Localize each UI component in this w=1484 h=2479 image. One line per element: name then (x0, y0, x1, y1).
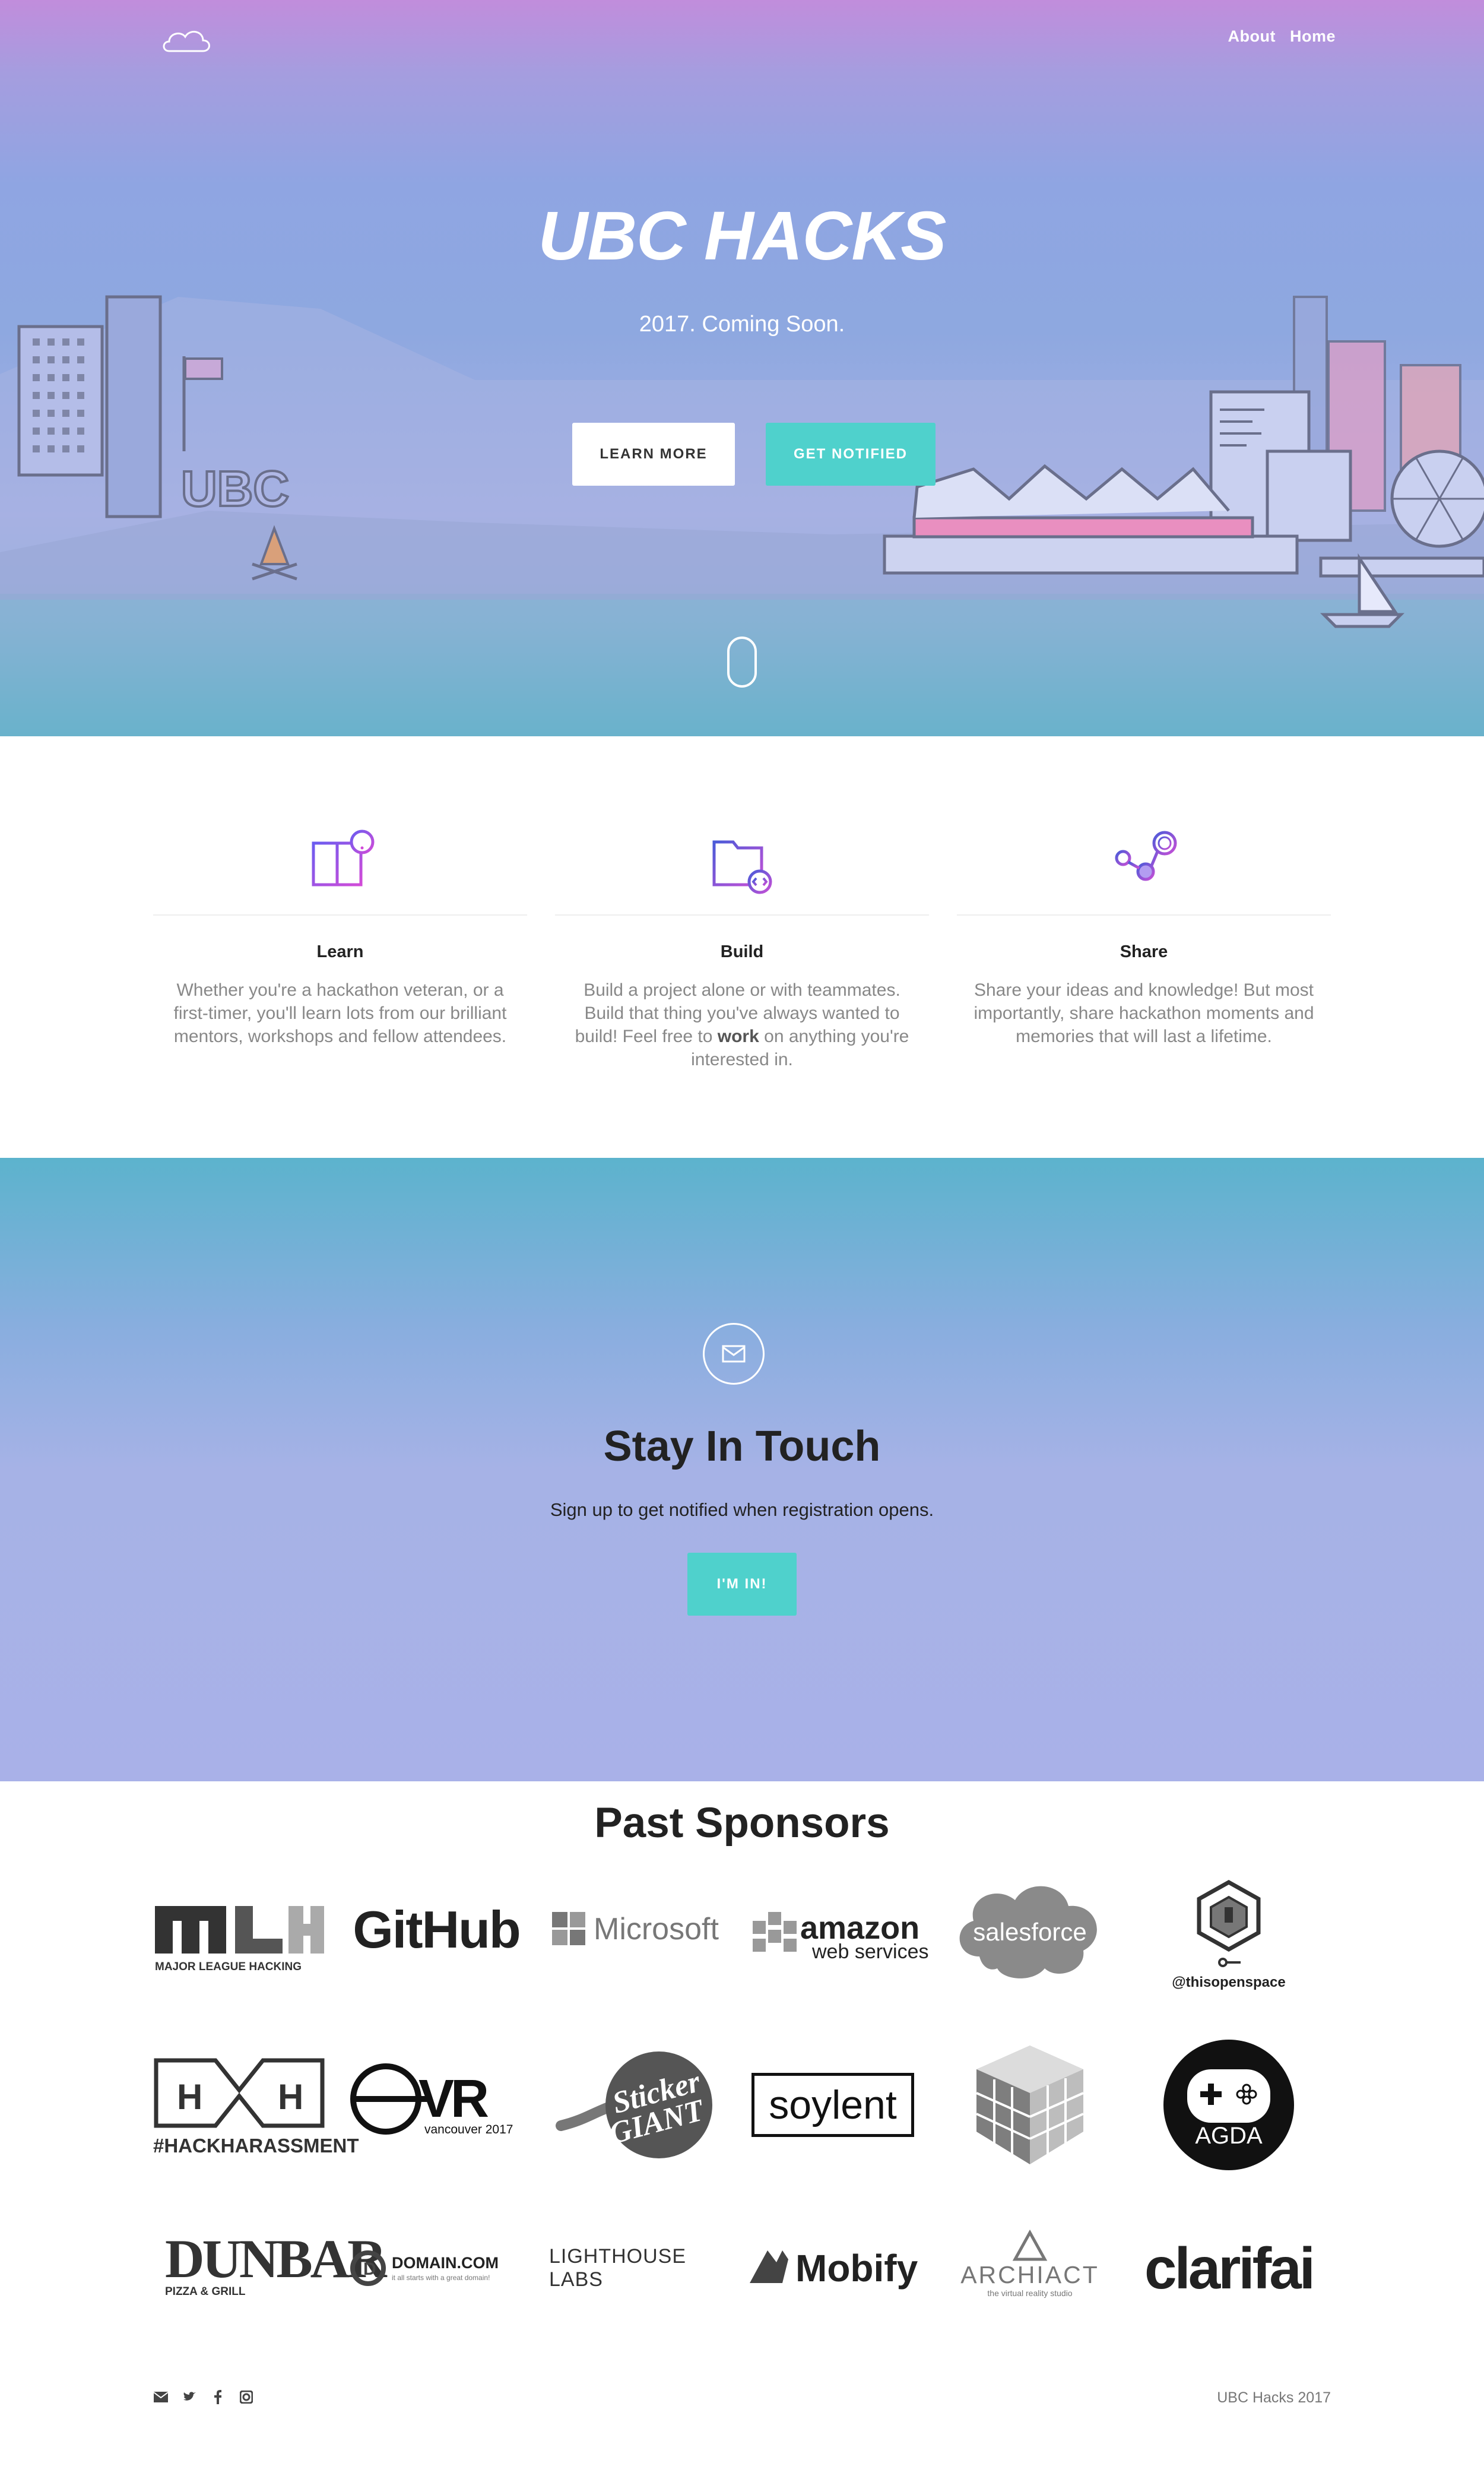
section-title: Past Sponsors (594, 1800, 890, 1847)
svg-text:vancouver 2017: vancouver 2017 (424, 2123, 513, 2136)
feature-build: Build Build a project alone or with team… (555, 825, 929, 1071)
feature-text: Share your ideas and knowledge! But most… (974, 980, 1314, 1046)
feature-share: Share Share your ideas and knowledge! Bu… (957, 825, 1331, 1048)
sponsor-logo-salesforce[interactable]: salesforce (944, 1870, 1116, 1989)
svg-text:D: D (363, 2259, 376, 2279)
envelope-icon[interactable] (153, 2389, 169, 2405)
svg-text:DOMAIN.COM: DOMAIN.COM (392, 2254, 499, 2272)
svg-text:salesforce: salesforce (973, 1918, 1086, 1946)
share-icon (1115, 831, 1177, 881)
top-nav: About Home (1228, 27, 1336, 46)
sponsor-logo-stickergiant[interactable]: Sticker GIANT (549, 2046, 721, 2164)
facebook-icon[interactable] (210, 2389, 226, 2405)
features-section: Learn Whether you're a hackathon veteran… (0, 736, 1484, 1158)
hero-subtitle: 2017. Coming Soon. (639, 312, 845, 337)
svg-text:ARCHIACT: ARCHIACT (960, 2261, 1099, 2288)
sponsor-logo-vr-vancouver[interactable]: VR vancouver 2017 (350, 2046, 522, 2164)
sponsor-logo-clarifai[interactable]: clarifai (1143, 2209, 1315, 2328)
code-folder-icon (712, 840, 772, 894)
nav-link-home[interactable]: Home (1290, 27, 1336, 46)
sponsor-logo-cube[interactable] (944, 2046, 1116, 2164)
sponsor-logo-hackharassment[interactable]: H H #HACKHARASSMENT (153, 2046, 359, 2164)
sponsor-logo-microsoft[interactable]: Microsoft (549, 1870, 721, 1989)
svg-text:H: H (278, 2077, 303, 2117)
svg-text:Microsoft: Microsoft (594, 1912, 719, 1946)
cloud-logo-icon[interactable] (160, 25, 214, 55)
sponsor-logo-aws[interactable]: amazon web services (747, 1870, 929, 1989)
section-title: Stay In Touch (603, 1423, 881, 1470)
scroll-down-indicator[interactable] (727, 637, 757, 688)
feature-title: Share (1120, 942, 1168, 961)
svg-text:#HACKHARASSMENT: #HACKHARASSMENT (153, 2135, 359, 2157)
feature-learn: Learn Whether you're a hackathon veteran… (153, 825, 527, 1048)
sponsor-logo-dunbar[interactable]: DUNBAR PIZZA & GRILL (153, 2209, 390, 2328)
feature-title: Build (720, 942, 764, 961)
sponsor-logo-lighthouse-labs[interactable]: LIGHTHOUSE LABS (549, 2209, 721, 2328)
svg-text:it all starts with a great dom: it all starts with a great domain! (392, 2274, 490, 2282)
svg-text:PIZZA & GRILL: PIZZA & GRILL (165, 2285, 246, 2298)
svg-text:web services: web services (811, 1940, 929, 1963)
sponsor-logo-archiact[interactable]: ARCHIACT the virtual reality studio (944, 2209, 1116, 2328)
feature-text: Whether you're a hackathon veteran, or a… (173, 980, 507, 1046)
vancouver-skyline-illustration: UBC (0, 295, 1484, 736)
sponsor-logo-thisopenspace[interactable]: @thisopenspace (1143, 1876, 1315, 1995)
learn-more-button[interactable]: LEARN MORE (572, 423, 735, 486)
stay-in-touch-section: Stay In Touch Sign up to get notified wh… (0, 1158, 1484, 1781)
footer-copyright: UBC Hacks 2017 (1217, 2389, 1331, 2406)
signup-button[interactable]: I'M IN! (687, 1553, 797, 1616)
hero-title: UBC HACKS (538, 197, 947, 274)
instagram-icon[interactable] (239, 2389, 254, 2405)
book-icon (312, 830, 375, 887)
feature-title: Learn (316, 942, 364, 961)
nav-link-about[interactable]: About (1228, 27, 1276, 46)
svg-text:@thisopenspace: @thisopenspace (1172, 1974, 1285, 1990)
sponsor-logo-domain[interactable]: D DOMAIN.COM it all starts with a great … (350, 2209, 522, 2328)
section-subtitle: Sign up to get notified when registratio… (550, 1499, 934, 1520)
svg-text:H: H (177, 2077, 202, 2117)
hero-section: UBC About Home UBC HACKS 2017. Coming So… (0, 0, 1484, 736)
get-notified-button[interactable]: GET NOTIFIED (766, 423, 936, 486)
footer-social-icons (153, 2389, 254, 2405)
sponsor-logo-mlh[interactable]: MAJOR LEAGUE HACKING (153, 1870, 325, 1989)
svg-text:MAJOR LEAGUE HACKING: MAJOR LEAGUE HACKING (155, 1961, 302, 1973)
sponsor-logo-soylent[interactable]: soylent (747, 2046, 919, 2164)
sponsor-logo-agda[interactable]: AGDA (1143, 2040, 1315, 2170)
svg-text:AGDA: AGDA (1195, 2123, 1263, 2149)
sponsor-logo-mobify[interactable]: Mobify (747, 2209, 919, 2328)
svg-text:the virtual reality studio: the virtual reality studio (987, 2288, 1072, 2298)
twitter-icon[interactable] (182, 2389, 197, 2405)
ubc-sign: UBC (181, 461, 289, 517)
feature-text: Build a project alone or with teammates.… (575, 980, 909, 1069)
envelope-icon (703, 1323, 765, 1385)
sponsor-logo-github[interactable]: GitHub (350, 1870, 522, 1989)
svg-text:VR: VR (418, 2069, 489, 2129)
svg-text:Mobify: Mobify (795, 2247, 918, 2290)
